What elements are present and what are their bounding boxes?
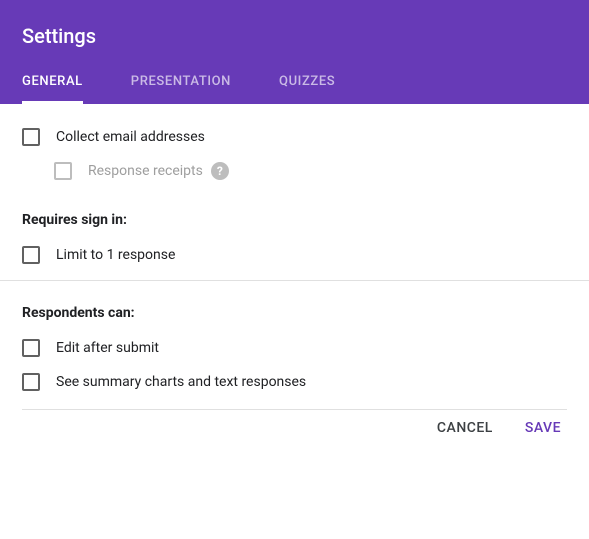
option-response-receipts: Response receipts ? [54,162,567,180]
label-edit-after-submit: Edit after submit [56,340,159,356]
cancel-button[interactable]: CANCEL [437,420,493,436]
option-edit-after-submit: Edit after submit [22,339,567,357]
checkbox-limit-response[interactable] [22,246,40,264]
checkbox-edit-after-submit[interactable] [22,339,40,357]
divider [0,280,589,281]
checkbox-response-receipts [54,162,72,180]
tab-general[interactable]: GENERAL [22,74,83,104]
option-see-summary: See summary charts and text responses [22,373,567,391]
tab-presentation[interactable]: PRESENTATION [131,74,231,104]
dialog-content: Collect email addresses Response receipt… [0,104,589,410]
section-respondents-title: Respondents can: [22,305,567,321]
tab-quizzes[interactable]: QUIZZES [279,74,335,104]
label-limit-response: Limit to 1 response [56,247,175,263]
dialog-header: Settings GENERAL PRESENTATION QUIZZES [0,0,589,104]
save-button[interactable]: SAVE [525,420,561,436]
tabs: GENERAL PRESENTATION QUIZZES [22,74,567,104]
dialog-footer: CANCEL SAVE [0,410,589,454]
option-limit-response: Limit to 1 response [22,246,567,264]
checkbox-collect-email[interactable] [22,128,40,146]
section-requires-title: Requires sign in: [22,212,567,228]
label-collect-email: Collect email addresses [56,129,205,145]
dialog-title: Settings [22,24,567,48]
label-response-receipts: Response receipts [88,163,203,179]
option-collect-email: Collect email addresses [22,128,567,146]
help-icon[interactable]: ? [211,162,229,180]
label-see-summary: See summary charts and text responses [56,374,306,390]
checkbox-see-summary[interactable] [22,373,40,391]
